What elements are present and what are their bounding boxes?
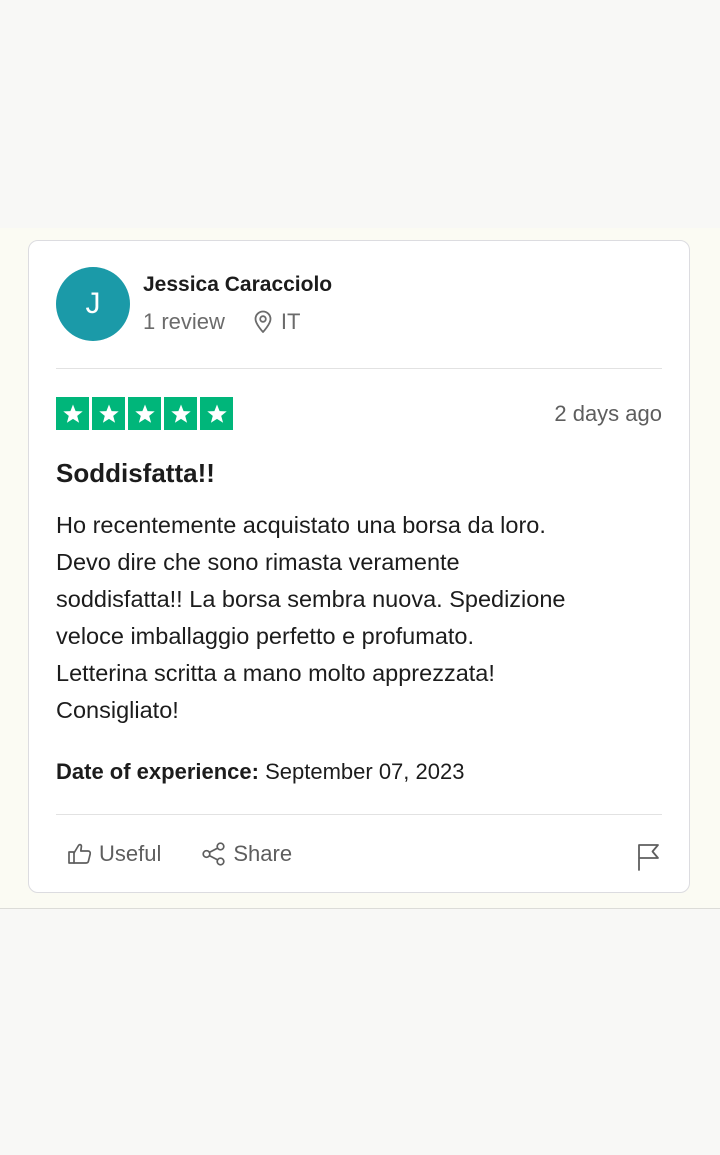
review-body-line: soddisfatta!! La borsa sembra nuova. Spe… bbox=[56, 586, 566, 612]
share-button[interactable]: Share bbox=[201, 841, 292, 867]
review-body: Ho recentemente acquistato una borsa da … bbox=[56, 507, 668, 729]
thumbs-up-icon bbox=[68, 843, 92, 864]
footer-divider bbox=[56, 814, 662, 815]
reviewer-header: J Jessica Caracciolo 1 review IT bbox=[56, 267, 662, 343]
review-posted-date: 2 days ago bbox=[554, 401, 662, 426]
review-body-line: Devo dire che sono rimasta veramente bbox=[56, 549, 460, 575]
star-icon bbox=[128, 397, 161, 430]
header-divider bbox=[56, 368, 662, 369]
avatar[interactable]: J bbox=[56, 267, 130, 341]
star-icon bbox=[200, 397, 233, 430]
review-body-line: Ho recentemente acquistato una borsa da … bbox=[56, 512, 546, 538]
star-icon bbox=[164, 397, 197, 430]
review-body-line: veloce imballaggio perfetto e profumato. bbox=[56, 623, 475, 649]
avatar-initial: J bbox=[85, 287, 101, 320]
experience-date: September 07, 2023 bbox=[265, 759, 465, 784]
review-actions: Useful Share bbox=[67, 841, 292, 867]
date-of-experience: Date of experience: September 07, 2023 bbox=[56, 759, 464, 785]
review-title[interactable]: Soddisfatta!! bbox=[56, 458, 215, 489]
flag-icon bbox=[638, 844, 659, 871]
report-button[interactable] bbox=[636, 842, 662, 877]
location-pin-icon bbox=[253, 310, 273, 334]
star-rating bbox=[56, 397, 233, 430]
useful-button[interactable]: Useful bbox=[67, 841, 161, 867]
experience-label: Date of experience: bbox=[56, 759, 259, 784]
review-body-line: Letterina scritta a mano molto apprezzat… bbox=[56, 660, 495, 686]
reviewer-meta: 1 review IT bbox=[143, 309, 300, 335]
share-label: Share bbox=[233, 841, 293, 866]
review-body-line: Consigliato! bbox=[56, 697, 179, 723]
useful-label: Useful bbox=[99, 841, 162, 866]
star-icon bbox=[56, 397, 89, 430]
reviewer-country: IT bbox=[280, 309, 301, 334]
reviewer-name[interactable]: Jessica Caracciolo bbox=[143, 273, 332, 297]
star-icon bbox=[92, 397, 125, 430]
review-card: J Jessica Caracciolo 1 review IT 2 days … bbox=[28, 240, 690, 893]
review-count: 1 review bbox=[143, 309, 225, 334]
share-icon bbox=[202, 842, 226, 866]
